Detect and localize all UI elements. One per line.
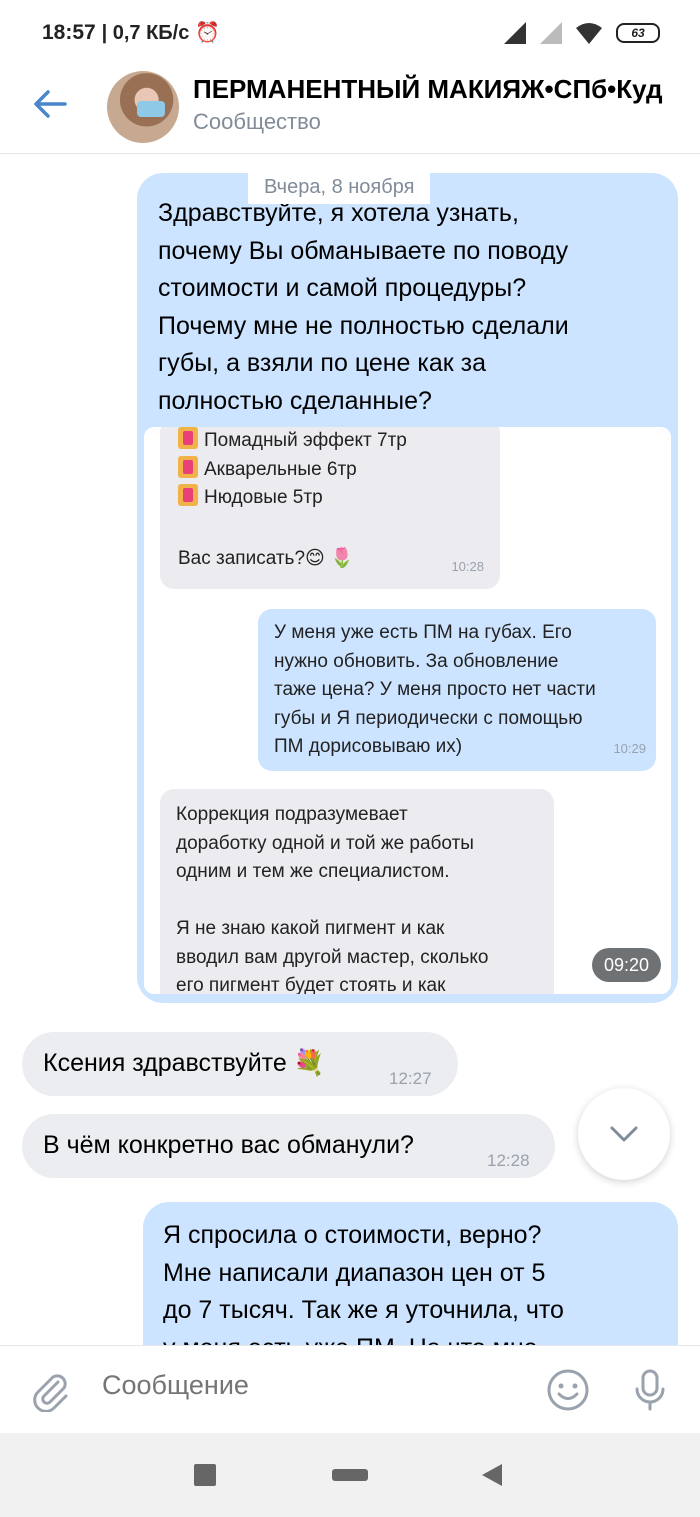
microphone-icon <box>635 1369 665 1411</box>
screenshot-line-text: его пигмент будет стоять и как <box>176 975 446 994</box>
message-time: 12:27 <box>389 1069 432 1088</box>
message-time: 12:28 <box>487 1151 530 1170</box>
message-line: у меня есть уже ПМ. На что мне <box>163 1330 564 1346</box>
screenshot-line-text: губы и Я периодически с помощью <box>274 707 583 729</box>
message-line: стоимости и самой процедуры? <box>158 274 527 302</box>
message-line: почему Вы обманываете по поводу <box>158 236 569 265</box>
scroll-down-button[interactable] <box>578 1088 670 1180</box>
message-time: 09:20 <box>591 948 661 982</box>
clock-text: 18:57 <box>42 21 96 44</box>
message-text: В чём конкретно вас обманули? <box>43 1131 414 1160</box>
screenshot-line-text <box>176 887 554 916</box>
screenshot-line: Нюдовые 5тр <box>178 484 500 513</box>
screenshot-line-text <box>178 513 500 542</box>
screenshot-line-text: таже цена? У меня просто нет части <box>274 679 596 700</box>
attached-image[interactable]: Помадный эффект 7тр Акварельные 6тр Нюдо… <box>144 427 671 994</box>
screenshot-line-text: У меня уже есть ПМ на губах. Его <box>274 622 572 643</box>
message-text: Я спросила о стоимости, верно? Мне напис… <box>163 1217 564 1345</box>
incoming-message[interactable]: Ксения здравствуйте 💐 12:27 <box>22 1032 458 1096</box>
screenshot-line-text: Акварельные 6тр <box>204 458 357 480</box>
screenshot-line-text: вводил вам другой мастер, сколько <box>176 946 489 968</box>
screenshot-line: Помадный эффект 7тр <box>178 427 500 456</box>
message-line: Я спросила о стоимости, верно? <box>163 1221 542 1249</box>
home-button[interactable] <box>332 1469 368 1481</box>
status-time: 18:57 | 0,7 КБ/с ⏰ <box>42 20 220 45</box>
avatar-image <box>137 101 165 117</box>
chevron-down-icon <box>610 1126 638 1142</box>
chat-header: ПЕРМАНЕНТНЫЙ МАКИЯЖ•СПб•Куд Сообщество <box>0 64 700 154</box>
alarm-icon: ⏰ <box>195 22 221 44</box>
message-input[interactable] <box>102 1370 502 1401</box>
message-text: Ксения здравствуйте 💐 <box>43 1049 325 1078</box>
message-composer <box>0 1345 700 1433</box>
date-separator: Вчера, 8 ноября <box>248 170 431 204</box>
back-button[interactable] <box>28 82 72 126</box>
bag-icon <box>178 455 198 478</box>
signal-2-icon <box>540 22 562 44</box>
screenshot-time: 10:29 <box>613 740 646 756</box>
avatar[interactable] <box>107 71 179 143</box>
attach-button[interactable] <box>28 1368 72 1413</box>
system-nav-bar <box>0 1433 700 1517</box>
message-line: Почему мне не полностью сделали <box>158 311 569 340</box>
message-list[interactable]: Здравствуйте, я хотела узнать, почему Вы… <box>0 155 700 1345</box>
wifi-icon <box>576 23 602 44</box>
battery-icon: 63 <box>616 23 660 43</box>
bag-icon <box>178 427 198 449</box>
screenshot-incoming-bubble: Помадный эффект 7тр Акварельные 6тр Нюдо… <box>160 427 500 589</box>
community-subtitle: Сообщество <box>193 109 321 134</box>
screenshot-line-text: одним и тем же специалистом. <box>176 861 450 882</box>
message-line: губы, а взяли по цене как за <box>158 349 487 377</box>
message-line: Мне написали диапазон цен от 5 <box>163 1258 546 1287</box>
bag-icon <box>178 484 198 506</box>
screenshot-incoming-bubble: Коррекция подразумевает доработку одной … <box>160 789 554 994</box>
voice-message-button[interactable] <box>628 1368 672 1412</box>
paperclip-icon <box>33 1374 68 1413</box>
screenshot-line-text: Я не знаю какой пигмент и как <box>176 918 445 939</box>
incoming-message[interactable]: В чём конкретно вас обманули? 12:28 <box>22 1114 555 1178</box>
outgoing-message[interactable]: Я спросила о стоимости, верно? Мне напис… <box>143 1202 678 1345</box>
message-text: Здравствуйте, я хотела узнать, почему Вы… <box>158 195 569 420</box>
back-arrow-icon <box>34 90 67 118</box>
community-title[interactable]: ПЕРМАНЕНТНЫЙ МАКИЯЖ•СПб•Куд <box>193 74 700 105</box>
screenshot-line-text: Помадный эффект 7тр <box>204 430 407 451</box>
network-speed: | 0,7 КБ/с <box>101 22 190 44</box>
smile-icon <box>547 1369 589 1411</box>
battery-level: 63 <box>631 26 645 40</box>
system-back-button[interactable] <box>482 1464 502 1486</box>
message-line: до 7 тысяч. Так же я уточнила, что <box>163 1296 564 1324</box>
screenshot-outgoing-bubble: У меня уже есть ПМ на губах. Его нужно о… <box>258 609 656 771</box>
screenshot-line: Акварельные 6тр <box>178 455 500 485</box>
screenshot-line-text: ПМ дорисовываю их) <box>274 736 463 757</box>
screenshot-line-text: нужно обновить. За обновление <box>274 650 559 672</box>
message-line: полностью сделанные? <box>158 386 432 415</box>
recents-button[interactable] <box>194 1464 216 1486</box>
status-icons: 63 <box>504 20 660 46</box>
screenshot-line-text: доработку одной и той же работы <box>176 832 474 854</box>
emoji-button[interactable] <box>546 1368 590 1412</box>
screenshot-line-text: Коррекция подразумевает <box>176 804 408 825</box>
screenshot-time: 10:28 <box>451 558 484 574</box>
screenshot-line-text: Нюдовые 5тр <box>204 487 323 508</box>
signal-icon <box>504 22 526 44</box>
status-bar: 18:57 | 0,7 КБ/с ⏰ 63 <box>0 0 700 64</box>
